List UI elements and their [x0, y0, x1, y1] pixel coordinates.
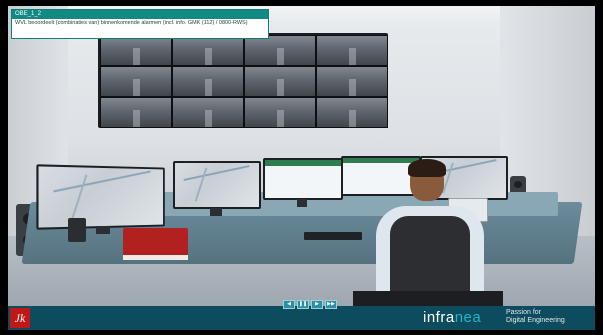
keyboard: [304, 232, 362, 240]
operator-chair: [353, 291, 503, 306]
video-tile: [244, 97, 316, 128]
monitor-screen: [265, 160, 341, 198]
video-tile: [100, 66, 172, 97]
brand-prefix: infra: [423, 309, 455, 326]
previous-icon[interactable]: ◀: [283, 300, 295, 309]
video-wall: [98, 33, 388, 128]
play-icon[interactable]: ▶: [311, 300, 323, 309]
playback-controls: ◀ ❚❚ ▶ ▶▶: [283, 300, 337, 309]
red-binder: [123, 228, 188, 260]
monitor-center-left: [173, 161, 261, 209]
monitor-left: [36, 164, 165, 230]
company-logo-icon: Jk: [10, 308, 30, 328]
video-tile: [244, 66, 316, 97]
monitor-center: [263, 158, 343, 200]
bottom-bar: Jk ◀ ❚❚ ▶ ▶▶ infranea Passion for Digita…: [8, 300, 595, 330]
video-tile: [316, 66, 388, 97]
monitor-stand: [297, 199, 307, 207]
monitor-screen: [175, 163, 259, 207]
brand-suffix: nea: [454, 309, 482, 326]
video-tile: [100, 35, 172, 66]
tagline-line-2: Digital Engineering: [506, 317, 565, 324]
video-tile: [100, 97, 172, 128]
operator-figure: [368, 159, 488, 306]
monitor-stand: [210, 208, 222, 216]
monitor-screen: [38, 166, 164, 228]
operator-hair: [408, 159, 446, 177]
video-tile: [172, 97, 244, 128]
video-tile: [316, 35, 388, 66]
video-tile: [172, 35, 244, 66]
video-tile: [316, 97, 388, 128]
step-id-label: OBE_1_2: [12, 10, 268, 19]
tagline-line-1: Passion for: [506, 309, 542, 316]
viewer-frame: OBE_1_2 WVL beoordeelt (combinaties van)…: [0, 0, 603, 335]
brand-tagline: Passion for Digital Engineering: [506, 309, 565, 325]
headset-stand: [68, 218, 86, 242]
step-info-panel: OBE_1_2 WVL beoordeelt (combinaties van)…: [11, 9, 269, 39]
next-icon[interactable]: ▶▶: [325, 300, 337, 309]
monitor-stand: [96, 226, 110, 234]
control-room-scene: OBE_1_2 WVL beoordeelt (combinaties van)…: [8, 6, 595, 306]
video-tile: [172, 66, 244, 97]
brand-logo: infranea: [423, 308, 481, 328]
step-description: WVL beoordeelt (combinaties van) binnenk…: [15, 20, 248, 26]
pause-icon[interactable]: ❚❚: [297, 300, 309, 309]
video-tile: [244, 35, 316, 66]
